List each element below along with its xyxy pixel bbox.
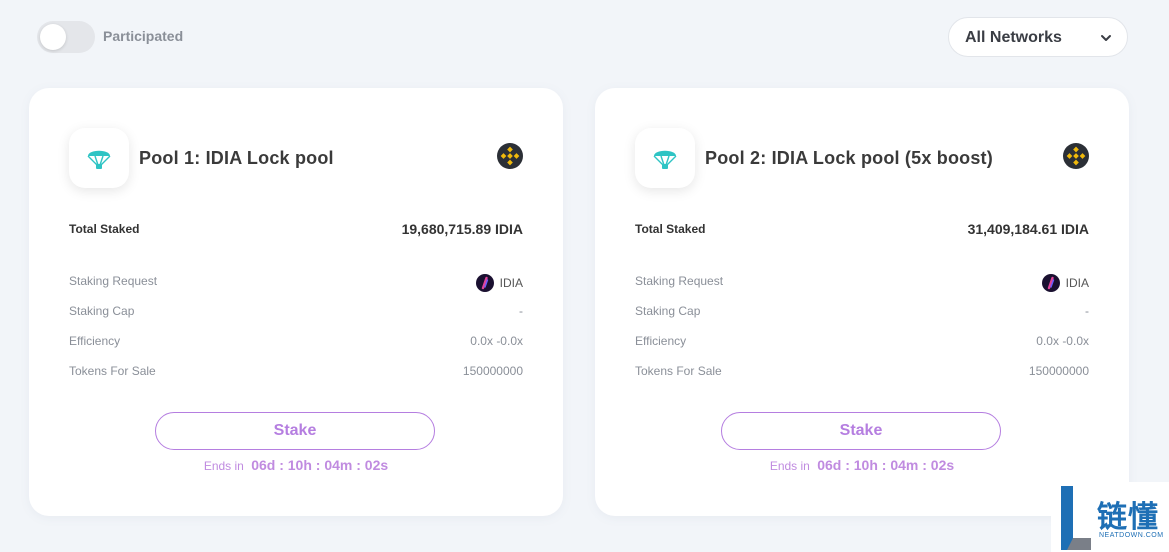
efficiency-value: 0.0x -0.0x — [1036, 334, 1089, 348]
bnb-chain-icon — [1063, 143, 1089, 169]
bnb-chain-icon — [497, 143, 523, 169]
tokens-for-sale-label: Tokens For Sale — [69, 364, 156, 378]
staking-request-label: Staking Request — [635, 274, 724, 288]
watermark-logo-icon — [1061, 486, 1091, 550]
efficiency-row: Efficiency 0.0x -0.0x — [69, 334, 523, 350]
staking-request-row: Staking Request IDIA — [635, 274, 1089, 292]
pool-avatar — [635, 128, 695, 188]
tokens-for-sale-row: Tokens For Sale 150000000 — [635, 364, 1089, 380]
staking-cap-value: - — [1085, 304, 1089, 318]
watermark: 链懂 NEATDOWN.COM — [1051, 482, 1169, 552]
efficiency-label: Efficiency — [69, 334, 121, 348]
tokens-for-sale-value: 150000000 — [462, 364, 523, 378]
chevron-down-icon — [1101, 35, 1111, 41]
parachute-icon — [653, 150, 677, 169]
pool-avatar — [69, 128, 129, 188]
tokens-for-sale-label: Tokens For Sale — [635, 364, 722, 378]
staking-cap-value: - — [519, 304, 523, 318]
total-staked-row: Total Staked 19,680,715.89 IDIA — [69, 221, 523, 238]
efficiency-row: Efficiency 0.0x -0.0x — [635, 334, 1089, 350]
staking-request-row: Staking Request IDIA — [69, 274, 523, 292]
pool-title: Pool 2: IDIA Lock pool (5x boost) — [705, 148, 993, 168]
network-select-value: All Networks — [965, 29, 1062, 46]
staking-cap-row: Staking Cap - — [69, 304, 523, 320]
network-select[interactable]: All Networks — [948, 17, 1128, 57]
total-staked-row: Total Staked 31,409,184.61 IDIA — [635, 221, 1089, 238]
tokens-for-sale-row: Tokens For Sale 150000000 — [69, 364, 523, 380]
tokens-for-sale-value: 150000000 — [1028, 364, 1089, 378]
pool-card: Pool 2: IDIA Lock pool (5x boost) Total … — [595, 88, 1129, 516]
watermark-cn: 链懂 — [1097, 500, 1159, 535]
countdown-timer: 06d : 10h : 04m : 02s — [251, 457, 389, 473]
stake-button[interactable]: Stake — [721, 412, 1001, 450]
participated-toggle[interactable] — [37, 21, 95, 53]
ends-label: Ends in — [203, 459, 244, 473]
staking-request-value: IDIA — [475, 274, 523, 292]
countdown-timer: 06d : 10h : 04m : 02s — [817, 457, 955, 473]
total-staked-value: 31,409,184.61 IDIA — [967, 221, 1089, 237]
staking-request-token: IDIA — [1065, 276, 1089, 290]
staking-request-token: IDIA — [499, 276, 523, 290]
efficiency-value: 0.0x -0.0x — [470, 334, 523, 348]
ends-label: Ends in — [769, 459, 810, 473]
idia-token-icon — [1041, 274, 1060, 292]
countdown: Ends in 06d : 10h : 04m : 02s — [29, 457, 563, 473]
parachute-icon — [87, 150, 111, 169]
staking-request-label: Staking Request — [69, 274, 158, 288]
participated-label: Participated — [103, 28, 184, 44]
total-staked-label: Total Staked — [69, 222, 140, 236]
watermark-en: NEATDOWN.COM — [1099, 532, 1164, 539]
filter-bar: Participated All Networks — [0, 0, 1169, 80]
efficiency-label: Efficiency — [635, 334, 687, 348]
pool-title: Pool 1: IDIA Lock pool — [139, 148, 334, 168]
total-staked-value: 19,680,715.89 IDIA — [401, 221, 523, 237]
idia-token-icon — [475, 274, 494, 292]
pool-card: Pool 1: IDIA Lock pool Total Staked 19,6… — [29, 88, 563, 516]
staking-cap-row: Staking Cap - — [635, 304, 1089, 320]
countdown: Ends in 06d : 10h : 04m : 02s — [595, 457, 1129, 473]
staking-cap-label: Staking Cap — [635, 304, 701, 318]
toggle-knob — [40, 24, 66, 50]
staking-request-value: IDIA — [1041, 274, 1089, 292]
stake-button[interactable]: Stake — [155, 412, 435, 450]
total-staked-label: Total Staked — [635, 222, 706, 236]
staking-cap-label: Staking Cap — [69, 304, 135, 318]
